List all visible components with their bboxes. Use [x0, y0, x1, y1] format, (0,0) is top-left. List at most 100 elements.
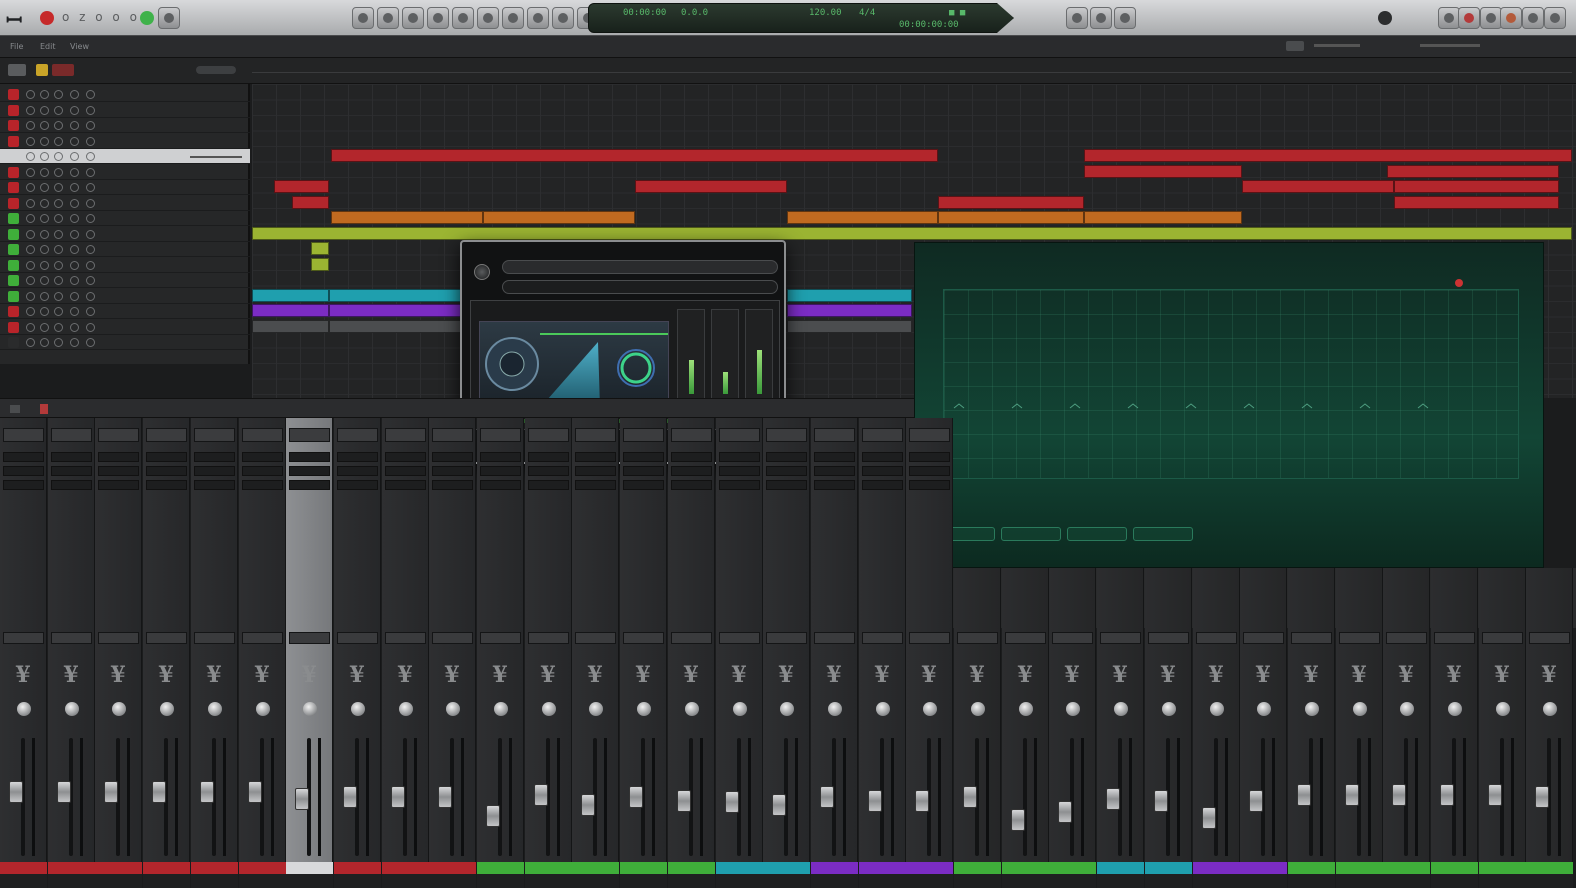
channel-color-label[interactable] — [429, 862, 476, 874]
arm-icon[interactable] — [54, 90, 63, 99]
arm-icon[interactable] — [54, 307, 63, 316]
channel-io[interactable] — [1148, 632, 1189, 644]
send-slot[interactable] — [671, 602, 712, 611]
track-color-icon[interactable] — [8, 89, 19, 100]
solo-icon[interactable] — [40, 167, 49, 177]
insert-slot[interactable] — [194, 466, 235, 476]
toolbar-button-f[interactable] — [1090, 7, 1112, 29]
channel-name[interactable] — [766, 428, 807, 442]
pan-knob[interactable] — [303, 702, 317, 716]
mute-icon[interactable] — [26, 121, 35, 130]
mute-icon[interactable] — [26, 167, 35, 177]
record-indicator-icon[interactable] — [40, 11, 54, 25]
channel-name[interactable] — [3, 428, 44, 442]
track-search[interactable] — [196, 66, 236, 74]
timeline-ruler[interactable] — [252, 72, 1572, 73]
mute-icon[interactable] — [26, 90, 35, 99]
channel-name[interactable] — [289, 428, 330, 442]
channel-name[interactable] — [51, 428, 92, 442]
menu-edit[interactable]: Edit — [40, 42, 56, 51]
insert-slot[interactable] — [194, 480, 235, 490]
volume-fader[interactable] — [725, 790, 739, 813]
solo-icon[interactable] — [40, 291, 49, 301]
solo-icon[interactable] — [40, 105, 49, 115]
arm-icon[interactable] — [54, 121, 63, 130]
channel-io[interactable] — [337, 632, 378, 644]
track-row[interactable] — [0, 273, 250, 288]
channel-io[interactable] — [575, 632, 616, 644]
track-color-icon[interactable] — [8, 306, 19, 317]
insert-slot[interactable] — [671, 452, 712, 462]
track-color-icon[interactable] — [8, 337, 19, 348]
insert-list[interactable] — [432, 504, 473, 546]
insert-slot[interactable] — [51, 452, 92, 462]
mixer-record-icon[interactable] — [40, 404, 48, 414]
arrange-clip[interactable] — [311, 257, 329, 271]
arm-icon[interactable] — [54, 291, 63, 301]
channel-name[interactable] — [862, 428, 903, 442]
pan-knob[interactable] — [1257, 702, 1271, 716]
zoom-slider[interactable] — [1314, 44, 1360, 47]
arrange-clip[interactable] — [274, 180, 329, 193]
send-slot[interactable] — [146, 614, 187, 623]
channel-color-label[interactable] — [716, 862, 763, 874]
solo-icon[interactable] — [40, 338, 49, 347]
arm-icon[interactable] — [54, 198, 63, 208]
channel-io[interactable] — [1196, 632, 1237, 644]
monitor-icon[interactable] — [70, 260, 79, 270]
send-slot[interactable] — [289, 614, 330, 623]
channel-io[interactable] — [766, 632, 807, 644]
insert-list[interactable] — [289, 504, 330, 546]
insert-slot[interactable] — [3, 452, 44, 462]
channel-name[interactable] — [671, 428, 712, 442]
volume-fader[interactable] — [343, 786, 357, 808]
monitor-icon[interactable] — [70, 276, 79, 285]
pan-knob[interactable] — [589, 702, 603, 716]
monitor-icon[interactable] — [70, 183, 79, 192]
channel-color-label[interactable] — [954, 862, 1001, 874]
menu-file[interactable]: File — [10, 42, 23, 51]
volume-fader[interactable] — [1058, 801, 1072, 824]
lock-icon[interactable] — [86, 198, 95, 208]
insert-slot[interactable] — [242, 480, 283, 490]
insert-slot[interactable] — [575, 452, 616, 462]
insert-slot[interactable] — [528, 466, 569, 476]
send-slot[interactable] — [337, 578, 378, 587]
volume-fader[interactable] — [629, 786, 643, 808]
insert-slot[interactable] — [909, 466, 950, 476]
insert-slot[interactable] — [385, 480, 426, 490]
insert-list[interactable] — [51, 504, 92, 546]
insert-slot[interactable] — [98, 452, 139, 462]
send-slot[interactable] — [51, 578, 92, 587]
insert-slot[interactable] — [480, 466, 521, 476]
insert-list[interactable] — [146, 504, 187, 546]
insert-slot[interactable] — [862, 480, 903, 490]
volume-fader[interactable] — [9, 781, 23, 804]
insert-slot[interactable] — [51, 466, 92, 476]
send-slot[interactable] — [862, 602, 903, 611]
monitor-icon[interactable] — [70, 245, 79, 254]
send-slot[interactable] — [814, 602, 855, 611]
send-slot[interactable] — [814, 578, 855, 587]
insert-slot[interactable] — [480, 480, 521, 490]
channel-io[interactable] — [623, 632, 664, 644]
channel-name[interactable] — [194, 428, 235, 442]
window-button-4[interactable] — [1500, 7, 1522, 29]
volume-fader[interactable] — [1488, 784, 1502, 807]
channel-color-label[interactable] — [334, 862, 381, 874]
send-slot[interactable] — [528, 602, 569, 611]
cpu-indicator-icon[interactable] — [1378, 11, 1392, 25]
volume-fader[interactable] — [486, 805, 500, 828]
track-color-icon[interactable] — [8, 151, 19, 162]
volume-fader[interactable] — [677, 789, 691, 812]
track-row[interactable] — [0, 335, 250, 350]
arrange-clip[interactable] — [1242, 180, 1394, 193]
plugin-controls-bar[interactable] — [502, 280, 778, 294]
pan-knob[interactable] — [112, 702, 126, 716]
tool-button-3[interactable] — [402, 7, 424, 29]
volume-fader[interactable] — [104, 781, 118, 804]
insert-slot[interactable] — [909, 480, 950, 490]
arrange-clip[interactable] — [786, 319, 912, 333]
lock-icon[interactable] — [86, 338, 95, 347]
arm-icon[interactable] — [54, 338, 63, 347]
